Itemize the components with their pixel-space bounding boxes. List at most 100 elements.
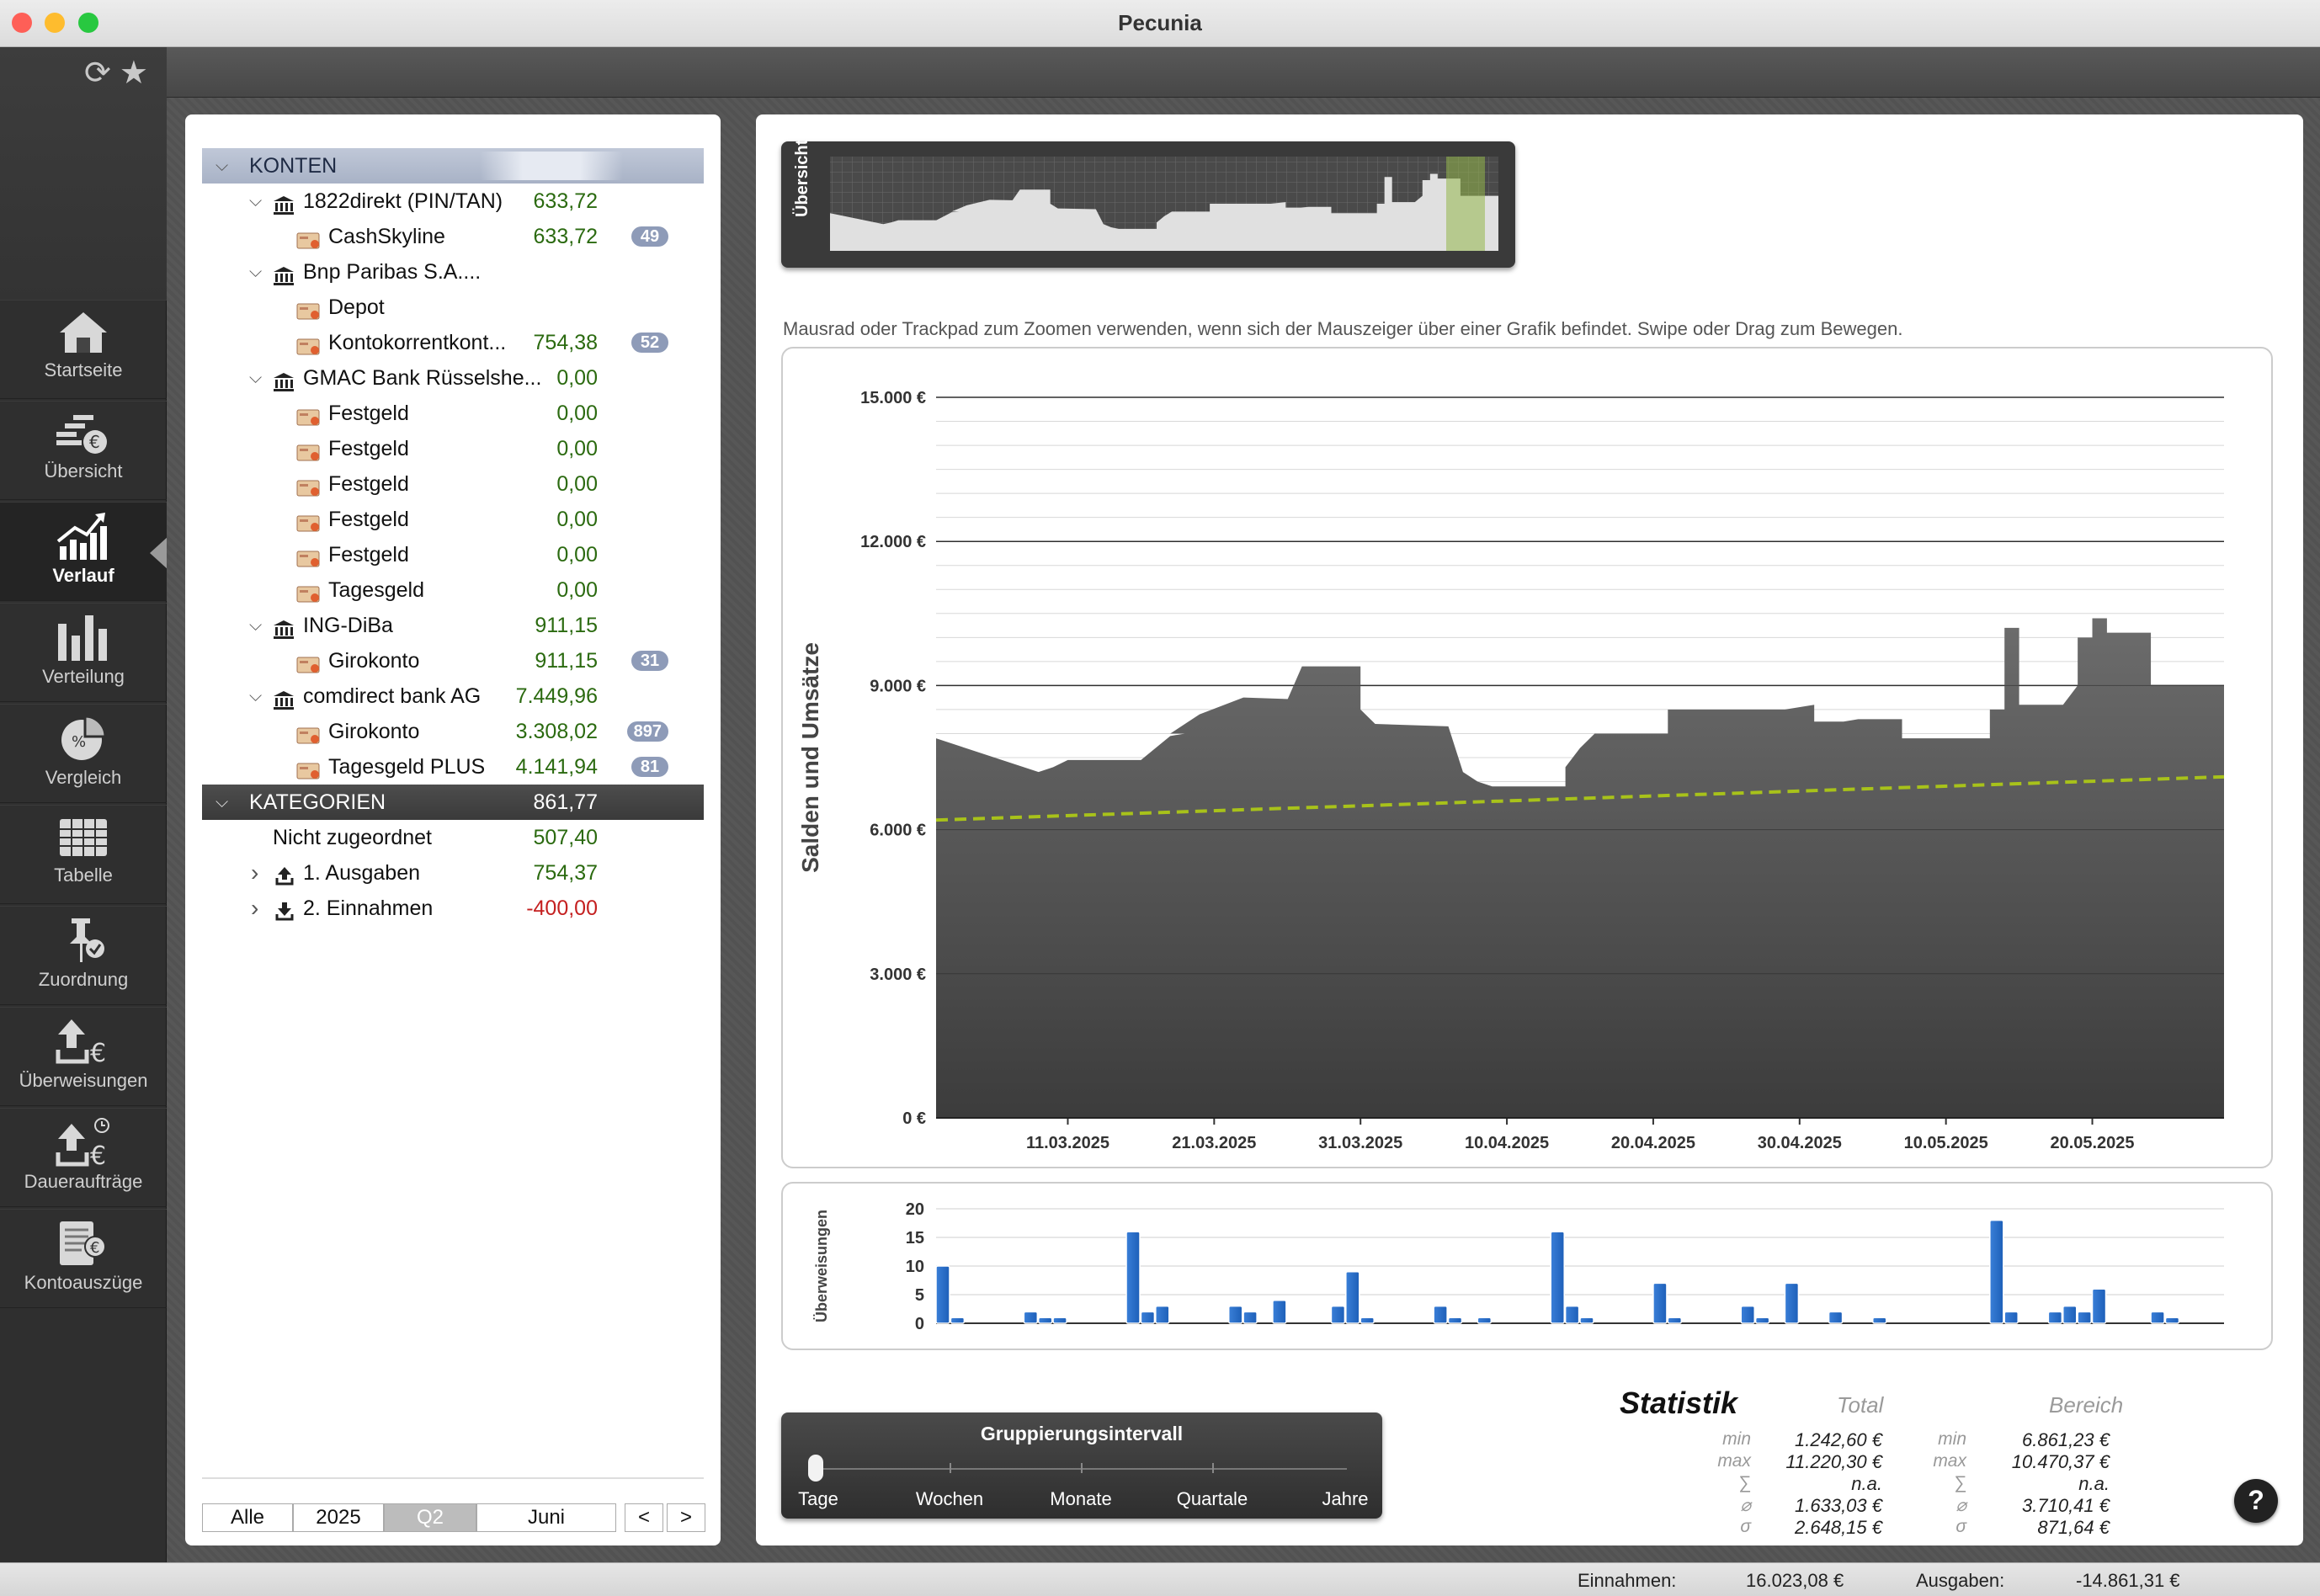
help-button[interactable]: ? xyxy=(2234,1479,2278,1523)
transfer-bar[interactable] xyxy=(1477,1317,1493,1324)
sidebar-item-table[interactable]: Tabelle xyxy=(0,805,167,904)
overview-navigator[interactable]: Übersicht xyxy=(781,140,1515,268)
account-row[interactable]: Festgeld 0,00 xyxy=(202,396,704,431)
balance-chart-svg[interactable]: 15.000 € 12.000 € 9.000 € 6.000 € 3.000 € 0 €… xyxy=(783,348,2275,1170)
period-segment[interactable]: Juni xyxy=(476,1503,616,1532)
transfer-bar[interactable] xyxy=(1579,1317,1594,1324)
transfer-bar[interactable] xyxy=(1037,1317,1053,1324)
transfer-bar[interactable] xyxy=(2047,1311,2063,1324)
period-segment[interactable]: Q2 xyxy=(384,1503,476,1532)
chevron-down-icon[interactable]: ⌵ xyxy=(249,254,262,290)
period-segment[interactable]: 2025 xyxy=(293,1503,384,1532)
chevron-down-icon[interactable]: ⌵ xyxy=(216,148,228,184)
sidebar-item-distribution[interactable]: Verteilung xyxy=(0,603,167,702)
sidebar-item-comparison-pie[interactable]: % Vergleich xyxy=(0,704,167,803)
window-title: Pecunia xyxy=(1118,10,1202,35)
transfer-bar[interactable] xyxy=(2062,1305,2078,1324)
chevron-down-icon[interactable]: ⌵ xyxy=(216,785,228,820)
chevron-down-icon[interactable]: ⌵ xyxy=(249,184,262,219)
bank-row[interactable]: ⌵ 1822direkt (PIN/TAN) 633,72 xyxy=(202,184,704,219)
period-next-button[interactable]: > xyxy=(667,1503,705,1532)
transfer-bar[interactable] xyxy=(1433,1305,1448,1324)
transfer-bar[interactable] xyxy=(1140,1311,1156,1324)
account-row[interactable]: Festgeld 0,00 xyxy=(202,466,704,502)
transfer-bar[interactable] xyxy=(2077,1311,2092,1324)
chevron-down-icon[interactable]: ⌵ xyxy=(249,360,262,396)
bank-row[interactable]: ⌵ GMAC Bank Rüsselshe... 0,00 xyxy=(202,360,704,396)
sidebar-item-standing-orders[interactable]: € Daueraufträge xyxy=(0,1108,167,1207)
chevron-right-icon[interactable]: › xyxy=(251,855,258,891)
account-row[interactable]: Festgeld 0,00 xyxy=(202,537,704,572)
transfer-bar[interactable] xyxy=(1564,1305,1580,1324)
transfer-bar[interactable] xyxy=(1447,1317,1463,1324)
star-icon[interactable]: ★ xyxy=(120,56,148,91)
sidebar-item-statements[interactable]: € Kontoauszüge xyxy=(0,1209,167,1308)
account-row[interactable]: CashSkyline 633,72 49 xyxy=(202,219,704,254)
sidebar-item-overview[interactable]: € Übersicht xyxy=(0,401,167,500)
sidebar-item-home[interactable]: Startseite xyxy=(0,300,167,399)
transfer-bar[interactable] xyxy=(1345,1271,1360,1324)
sidebar-item-history-chart[interactable]: Verlauf xyxy=(0,502,167,601)
transfer-bar[interactable] xyxy=(1784,1282,1800,1324)
transfer-bar[interactable] xyxy=(1330,1305,1346,1324)
kategorien-header[interactable]: ⌵ KATEGORIEN 861,77 xyxy=(202,785,704,820)
transfer-bar[interactable] xyxy=(1550,1231,1565,1324)
account-row[interactable]: Festgeld 0,00 xyxy=(202,502,704,537)
account-row[interactable]: Kontokorrentkont... 754,38 52 xyxy=(202,325,704,360)
bank-row[interactable]: ⌵ ING-DiBa 911,15 xyxy=(202,608,704,643)
transfer-bar[interactable] xyxy=(2091,1288,2107,1324)
category-row[interactable]: Nicht zugeordnet 507,40 xyxy=(202,820,704,855)
transfer-bar[interactable] xyxy=(1227,1305,1243,1324)
grouping-slider-thumb[interactable] xyxy=(808,1455,823,1482)
chevron-right-icon[interactable]: › xyxy=(251,891,258,926)
chevron-down-icon[interactable]: ⌵ xyxy=(249,678,262,714)
transfer-bar[interactable] xyxy=(935,1265,950,1324)
transfer-bar[interactable] xyxy=(1828,1311,1844,1324)
transfer-bar[interactable] xyxy=(2164,1317,2180,1324)
transfer-bar[interactable] xyxy=(1754,1317,1770,1324)
transfer-bar[interactable] xyxy=(950,1317,966,1324)
account-row[interactable]: Depot xyxy=(202,290,704,325)
account-row[interactable]: Tagesgeld 0,00 xyxy=(202,572,704,608)
period-prev-button[interactable]: < xyxy=(625,1503,663,1532)
sidebar-item-transfers[interactable]: € Überweisungen xyxy=(0,1007,167,1106)
grouping-option[interactable]: Wochen xyxy=(916,1488,983,1510)
account-row[interactable]: Tagesgeld PLUS 4.141,94 81 xyxy=(202,749,704,785)
account-row[interactable]: Girokonto 3.308,02 897 xyxy=(202,714,704,749)
transfers-chart-svg[interactable]: 20 15 10 5 0 Überweisungen xyxy=(783,1184,2275,1352)
overview-minichart[interactable] xyxy=(781,141,1515,268)
account-row[interactable]: Girokonto 911,15 31 xyxy=(202,643,704,678)
balance-area[interactable] xyxy=(936,618,2224,1118)
sidebar-item-assignment-pin[interactable]: Zuordnung xyxy=(0,906,167,1005)
transfer-bar[interactable] xyxy=(1125,1231,1141,1324)
transfer-bar[interactable] xyxy=(1360,1317,1375,1324)
bank-row[interactable]: ⌵ Bnp Paribas S.A.... xyxy=(202,254,704,290)
transfers-chart[interactable]: 20 15 10 5 0 Überweisungen xyxy=(781,1182,2273,1350)
grouping-option[interactable]: Monate xyxy=(1050,1488,1111,1510)
period-segment[interactable]: Alle xyxy=(202,1503,293,1532)
category-row[interactable]: › 2. Einnahmen -400,00 xyxy=(202,891,704,926)
transfer-bar[interactable] xyxy=(2003,1311,2019,1324)
grouping-option[interactable]: Jahre xyxy=(1322,1488,1368,1510)
transfer-bar[interactable] xyxy=(1740,1305,1755,1324)
transfer-bar[interactable] xyxy=(1667,1317,1683,1324)
transfer-bar[interactable] xyxy=(1242,1311,1258,1324)
grouping-option[interactable]: Quartale xyxy=(1177,1488,1248,1510)
transfer-bar[interactable] xyxy=(1272,1300,1287,1324)
transfer-bar[interactable] xyxy=(1155,1305,1170,1324)
transfer-bar[interactable] xyxy=(1989,1219,2004,1324)
konten-header[interactable]: ⌵ KONTEN xyxy=(202,148,704,184)
transfer-bar[interactable] xyxy=(1023,1311,1039,1324)
category-row[interactable]: › 1. Ausgaben 754,37 xyxy=(202,855,704,891)
transfer-bar[interactable] xyxy=(1871,1317,1887,1324)
transfer-bar[interactable] xyxy=(1052,1317,1067,1324)
bank-row[interactable]: ⌵ comdirect bank AG 7.449,96 xyxy=(202,678,704,714)
overview-selection[interactable] xyxy=(1446,157,1485,251)
chevron-down-icon[interactable]: ⌵ xyxy=(249,608,262,643)
refresh-icon[interactable]: ⟳ xyxy=(84,56,111,91)
account-row[interactable]: Festgeld 0,00 xyxy=(202,431,704,466)
grouping-option[interactable]: Tage xyxy=(798,1488,838,1510)
transfer-bar[interactable] xyxy=(2150,1311,2165,1324)
balance-chart[interactable]: 15.000 € 12.000 € 9.000 € 6.000 € 3.000 € 0 €… xyxy=(781,347,2273,1168)
transfer-bar[interactable] xyxy=(1652,1282,1668,1324)
